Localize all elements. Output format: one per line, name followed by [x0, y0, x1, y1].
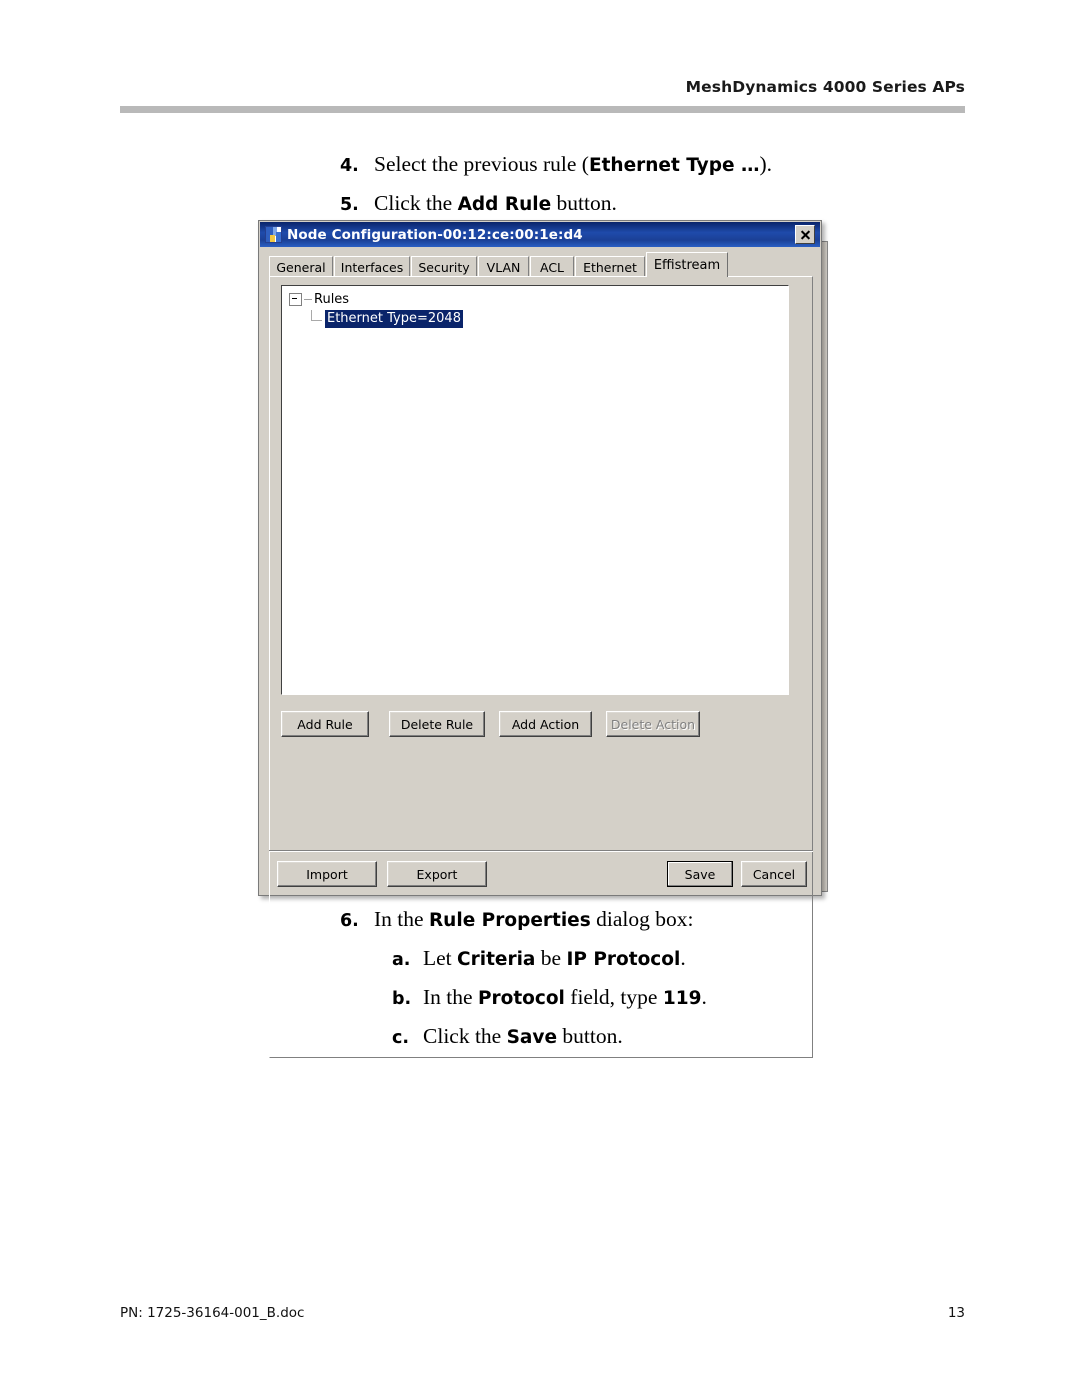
step-number: c.: [392, 1028, 410, 1048]
tree-selected-label[interactable]: Ethernet Type=2048: [325, 310, 463, 328]
steps-list-bottom: 6. In the Rule Properties dialog box: a. Le…: [340, 903, 960, 1059]
save-button[interactable]: Save: [667, 861, 733, 887]
step-number: b.: [392, 989, 412, 1009]
dialog-separator: [269, 850, 813, 852]
steps-list-top: 4. Select the previous rule (Ethernet Typ…: [340, 148, 960, 226]
tab-vlan[interactable]: VLAN: [478, 256, 529, 277]
step-text: In the Protocol field, type 119.: [423, 985, 707, 1009]
step-item: 4. Select the previous rule (Ethernet Typ…: [340, 148, 960, 183]
add-action-button[interactable]: Add Action: [499, 711, 592, 737]
step-text: Click the Save button.: [423, 1024, 623, 1048]
tab-strip: General Interfaces Security VLAN ACL Ethernet…: [269, 252, 813, 277]
page-header-title: MeshDynamics 4000 Series APs: [685, 78, 965, 96]
dialog-title: Node Configuration-00:12:ce:00:1e:d4: [287, 226, 583, 243]
dialog-titlebar: Node Configuration-00:12:ce:00:1e:d4: [260, 222, 820, 247]
ui-term: Save: [506, 1027, 558, 1048]
tab-interfaces[interactable]: Interfaces: [334, 256, 410, 277]
step-item: 6. In the Rule Properties dialog box:: [340, 903, 960, 938]
step-text: Let Criteria be IP Protocol.: [423, 946, 686, 970]
tab-general[interactable]: General: [269, 256, 333, 277]
sub-step-item: c. Click the Save button.: [392, 1020, 960, 1055]
delete-rule-button[interactable]: Delete Rule: [389, 711, 485, 737]
tree-node-rule-item[interactable]: Ethernet Type=2048: [310, 309, 463, 328]
ui-term: IP Protocol: [566, 949, 681, 970]
import-button[interactable]: Import: [277, 861, 377, 887]
export-button[interactable]: Export: [387, 861, 487, 887]
page-footer: PN: 1725-36164-001_B.doc 13: [120, 1305, 965, 1329]
step-number: 6.: [340, 911, 359, 931]
step-item: 5. Click the Add Rule button.: [340, 187, 960, 222]
step-number: a.: [392, 950, 411, 970]
step-number: 4.: [340, 156, 359, 176]
step-text: Click the Add Rule button.: [374, 191, 617, 215]
node-configuration-dialog: Node Configuration-00:12:ce:00:1e:d4 Gen…: [258, 220, 822, 1058]
tree-elbow-connector: [310, 309, 325, 325]
tab-ethernet[interactable]: Ethernet: [575, 256, 645, 277]
header-divider: [120, 106, 965, 113]
tab-effistream[interactable]: Effistream: [646, 252, 728, 277]
step-number: 5.: [340, 195, 359, 215]
tree-node-rules[interactable]: Rules: [289, 292, 349, 307]
tab-acl[interactable]: ACL: [530, 256, 574, 277]
delete-action-button: Delete Action: [606, 711, 700, 737]
ui-term: Criteria: [457, 949, 536, 970]
application-icon: [265, 226, 282, 243]
step-text: Select the previous rule (Ethernet Type …: [374, 152, 773, 176]
footer-page-number: 13: [947, 1305, 965, 1321]
step-text: In the Rule Properties dialog box:: [374, 907, 694, 931]
ui-term: Ethernet Type …: [588, 155, 760, 176]
ui-term: Protocol: [477, 988, 565, 1009]
collapse-icon[interactable]: [289, 293, 302, 306]
cancel-button[interactable]: Cancel: [741, 861, 807, 887]
ui-term: Rule Properties: [428, 910, 591, 931]
tree-root-label: Rules: [314, 292, 350, 307]
page-header: MeshDynamics 4000 Series APs: [120, 78, 965, 118]
tab-security[interactable]: Security: [411, 256, 477, 277]
footer-document-id: PN: 1725-36164-001_B.doc: [120, 1305, 305, 1321]
rules-tree-view[interactable]: Rules Ethernet Type=2048: [281, 285, 789, 695]
tree-connector: [304, 299, 312, 300]
sub-step-item: b. In the Protocol field, type 119.: [392, 981, 960, 1016]
add-rule-button[interactable]: Add Rule: [281, 711, 369, 737]
ui-term: Add Rule: [457, 194, 552, 215]
ui-term: 119: [662, 988, 702, 1009]
close-icon[interactable]: [795, 225, 815, 244]
sub-step-item: a. Let Criteria be IP Protocol.: [392, 942, 960, 977]
